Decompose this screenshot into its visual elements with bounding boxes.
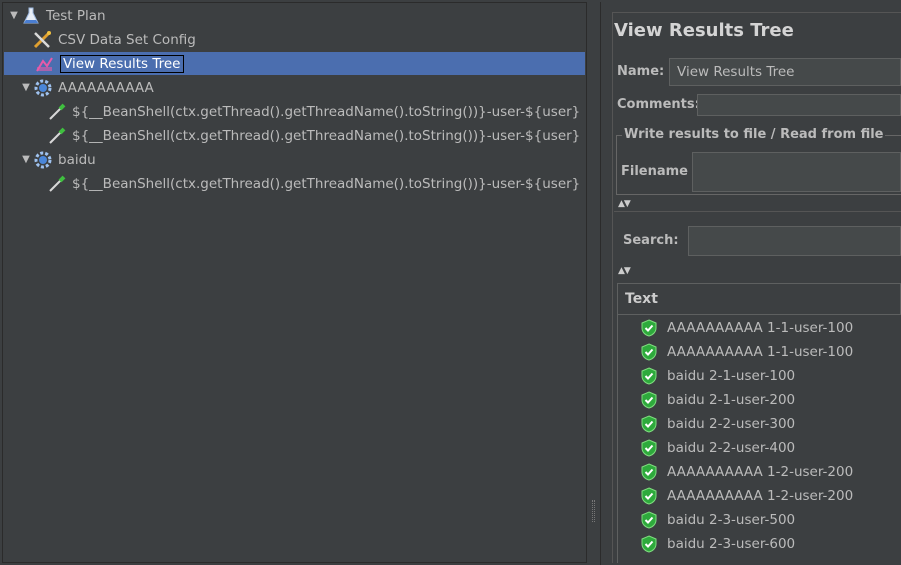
thread-group-gear-icon <box>32 150 54 170</box>
expand-toggle-icon[interactable]: ▼ <box>20 82 32 93</box>
result-sample-item[interactable]: baidu 2-2-user-400 <box>640 437 795 459</box>
tree-node-label: baidu <box>58 151 96 168</box>
name-field[interactable]: View Results Tree <box>669 58 901 86</box>
result-sample-item[interactable]: baidu 2-1-user-200 <box>640 389 795 411</box>
comments-label: Comments: <box>617 97 700 112</box>
name-label: Name: <box>617 64 665 79</box>
result-sample-label: baidu 2-1-user-200 <box>667 392 796 408</box>
tree-node-sampler[interactable]: ${__BeanShell(ctx.getThread().getThreadN… <box>46 172 580 195</box>
tree-node-csv-data-set-config[interactable]: CSV Data Set Config <box>32 28 196 51</box>
panel-title: View Results Tree <box>614 20 794 41</box>
panel-border <box>612 12 613 563</box>
tree-node-label: ${__BeanShell(ctx.getThread().getThreadN… <box>72 175 581 192</box>
expand-toggle-icon[interactable]: ▼ <box>8 10 20 21</box>
success-shield-icon <box>640 439 658 457</box>
tree-node-label: CSV Data Set Config <box>58 31 196 48</box>
result-sample-item[interactable]: AAAAAAAAAA 1-1-user-100 <box>640 341 853 363</box>
success-shield-icon <box>640 463 658 481</box>
tree-node-label: Test Plan <box>46 7 106 24</box>
tree-node-sampler[interactable]: ${__BeanShell(ctx.getThread().getThreadN… <box>46 124 580 147</box>
tree-node-thread-group-baidu[interactable]: ▼ baidu <box>20 148 96 171</box>
result-sample-label: baidu 2-3-user-500 <box>667 512 796 528</box>
result-sample-label: AAAAAAAAAA 1-1-user-100 <box>667 320 854 336</box>
result-sample-label: baidu 2-1-user-100 <box>667 368 796 384</box>
result-sample-label: AAAAAAAAAA 1-2-user-200 <box>667 464 854 480</box>
tree-node-thread-group-aaaaaaaaaa[interactable]: ▼ AAAAAAAAAA <box>20 76 154 99</box>
panel-border <box>612 12 901 13</box>
expand-toggle-icon[interactable]: ▼ <box>20 154 32 165</box>
tree-node-label: View Results Tree <box>60 54 184 73</box>
search-label: Search: <box>623 233 679 248</box>
result-sample-item[interactable]: baidu 2-2-user-300 <box>640 413 795 435</box>
result-sample-item[interactable]: baidu 2-3-user-500 <box>640 509 795 531</box>
collapse-arrows-icon[interactable]: ▲▼ <box>618 266 631 276</box>
success-shield-icon <box>640 535 658 553</box>
splitter-grip-icon[interactable] <box>592 500 595 522</box>
result-sample-label: AAAAAAAAAA 1-1-user-100 <box>667 344 854 360</box>
tree-node-label: ${__BeanShell(ctx.getThread().getThreadN… <box>72 103 581 120</box>
result-sample-item[interactable]: baidu 2-3-user-600 <box>640 533 795 555</box>
success-shield-icon <box>640 511 658 529</box>
success-shield-icon <box>640 415 658 433</box>
success-shield-icon <box>640 319 658 337</box>
write-results-group-title: Write results to file / Read from file <box>622 127 886 142</box>
tree-node-sampler[interactable]: ${__BeanShell(ctx.getThread().getThreadN… <box>46 100 580 123</box>
result-sample-item[interactable]: baidu 2-1-user-100 <box>640 365 795 387</box>
tree-node-label: ${__BeanShell(ctx.getThread().getThreadN… <box>72 127 581 144</box>
comments-field[interactable] <box>697 94 901 116</box>
success-shield-icon <box>640 367 658 385</box>
result-sample-label: AAAAAAAAAA 1-2-user-200 <box>667 488 854 504</box>
success-shield-icon <box>640 487 658 505</box>
success-shield-icon <box>640 343 658 361</box>
sampler-pipette-icon <box>46 126 68 146</box>
csv-config-tools-icon <box>32 30 54 50</box>
result-sample-item[interactable]: AAAAAAAAAA 1-1-user-100 <box>640 317 853 339</box>
search-field[interactable] <box>688 226 901 256</box>
result-sample-label: baidu 2-2-user-400 <box>667 440 796 456</box>
filename-field[interactable] <box>692 152 901 192</box>
result-sample-item[interactable]: AAAAAAAAAA 1-2-user-200 <box>640 461 853 483</box>
success-shield-icon <box>640 391 658 409</box>
result-sample-label: baidu 2-3-user-600 <box>667 536 796 552</box>
thread-group-gear-icon <box>32 78 54 98</box>
renderer-select[interactable]: Text <box>617 283 901 315</box>
sampler-pipette-icon <box>46 102 68 122</box>
tree-node-test-plan[interactable]: ▼ Test Plan <box>8 4 106 27</box>
split-pane-divider[interactable] <box>588 2 598 563</box>
section-divider <box>614 211 901 212</box>
view-results-tree-icon <box>34 54 56 74</box>
tree-node-label: AAAAAAAAAA <box>58 79 154 96</box>
sampler-pipette-icon <box>46 174 68 194</box>
tree-node-view-results-tree[interactable]: View Results Tree <box>4 52 585 75</box>
filename-label: Filename <box>621 164 688 179</box>
collapse-arrows-icon[interactable]: ▲▼ <box>618 199 631 209</box>
result-sample-item[interactable]: AAAAAAAAAA 1-2-user-200 <box>640 485 853 507</box>
result-sample-label: baidu 2-2-user-300 <box>667 416 796 432</box>
test-plan-flask-icon <box>20 6 42 26</box>
